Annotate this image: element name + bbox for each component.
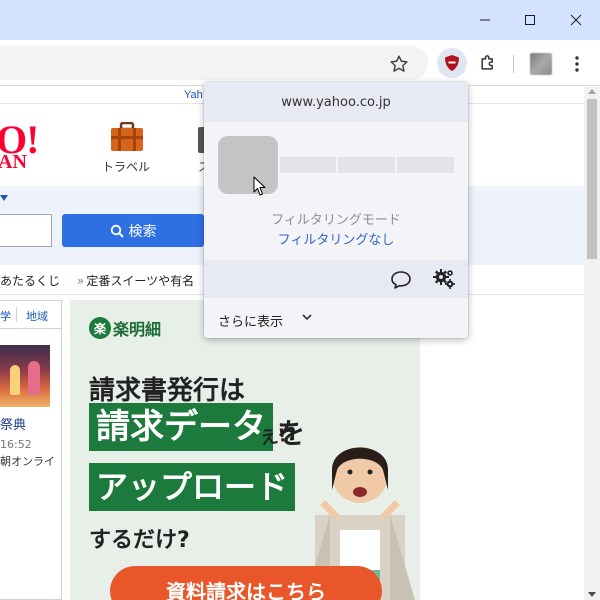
- chevron-down-icon[interactable]: [301, 312, 313, 322]
- popup-more-row[interactable]: さらに表示: [204, 298, 468, 338]
- extensions-icon: [481, 55, 493, 70]
- ad-exclamation: え!?: [258, 423, 299, 450]
- ublock-origin-icon: [445, 55, 459, 71]
- extensions-button[interactable]: [475, 50, 501, 76]
- more-menu-icon: [575, 56, 579, 72]
- tab-divider: [16, 307, 17, 322]
- more-label[interactable]: さらに表示: [218, 311, 283, 330]
- more-menu-button[interactable]: [565, 52, 589, 76]
- ad-highlight-2: アップロード: [89, 463, 296, 511]
- scroll-down-icon[interactable]: [588, 592, 596, 597]
- news-source: 朝オンライ: [0, 455, 55, 468]
- ad-cta-label: 資料請求はこちら: [166, 580, 326, 600]
- ublock-origin-button[interactable]: [437, 48, 467, 78]
- popup-hostname: www.yahoo.co.jp: [281, 94, 391, 110]
- maximize-button[interactable]: [507, 0, 553, 40]
- popup-tools-bar: [204, 260, 468, 298]
- ad-cta-button[interactable]: 資料請求はこちら: [110, 566, 382, 600]
- search-button-label: 検索: [128, 223, 157, 240]
- ad-brand-mark: 楽: [89, 317, 111, 339]
- ublock-popup: www.yahoo.co.jp フィルタリングモード フィルタリングなし さらに…: [204, 82, 468, 338]
- star-icon[interactable]: [388, 53, 410, 75]
- suitcase-icon[interactable]: [110, 122, 144, 152]
- mouse-cursor-icon: [253, 176, 266, 196]
- tab-local[interactable]: 地域: [26, 308, 48, 324]
- ad-highlight-1: 請求データ: [89, 403, 273, 451]
- filter-mode-label: フィルタリングモード: [271, 213, 401, 228]
- search-icon: [110, 224, 124, 238]
- close-button[interactable]: [553, 0, 599, 40]
- ad-headline-1: 請求書発行は: [89, 376, 246, 406]
- maximize-icon: [525, 15, 535, 25]
- ad-brand: 楽 楽明細: [89, 316, 161, 340]
- news-time: 16:52: [0, 438, 32, 451]
- address-bar[interactable]: [0, 46, 428, 80]
- minimize-icon: [480, 19, 490, 21]
- news-tabs: 学 地域: [0, 301, 61, 329]
- report-chat-icon[interactable]: [390, 270, 412, 290]
- browser-toolbar: [0, 40, 600, 86]
- stat-cell: [280, 157, 336, 173]
- stat-cell: [397, 157, 454, 173]
- toolbar-separator: [513, 55, 514, 73]
- headline-link-left[interactable]: あたるくじ: [0, 272, 60, 289]
- news-thumbnail[interactable]: [0, 345, 50, 407]
- ad-headline-4: するだけ?: [89, 528, 190, 553]
- news-panel: 学 地域 祭典 16:52 朝オンライ: [0, 300, 62, 600]
- popup-hostname-bar: www.yahoo.co.jp: [204, 82, 468, 122]
- scroll-thumb[interactable]: [587, 99, 597, 259]
- minimize-button[interactable]: [462, 0, 508, 40]
- chevron-right-icon: »: [77, 274, 85, 288]
- headline-right-text: 定番スイーツや有名: [86, 274, 195, 288]
- page-scrollbar[interactable]: [584, 87, 600, 600]
- thumbnail-figure: [10, 365, 20, 395]
- ad-brand-text: 楽明細: [113, 320, 162, 339]
- news-title[interactable]: 祭典: [0, 414, 26, 433]
- search-input[interactable]: [0, 214, 52, 247]
- filter-mode-value[interactable]: フィルタリングなし: [204, 229, 468, 248]
- title-bar: [0, 0, 600, 40]
- dropdown-triangle-icon[interactable]: [0, 195, 8, 201]
- gears-icon[interactable]: [432, 268, 456, 290]
- tab-science[interactable]: 学: [0, 308, 11, 324]
- profile-avatar[interactable]: [530, 53, 552, 75]
- service-travel-label[interactable]: トラベル: [102, 158, 150, 175]
- advertisement-banner[interactable]: 楽 楽明細 請求書発行は 請求データ を アップロード するだけ? え!? 資料…: [70, 300, 420, 600]
- search-button[interactable]: 検索: [62, 214, 204, 247]
- yahoo-logo-bottom[interactable]: AN: [0, 151, 27, 174]
- close-icon: [570, 14, 582, 26]
- headline-link-right[interactable]: » 定番スイーツや有名: [77, 272, 194, 289]
- stat-cell: [338, 157, 395, 173]
- yahoo-top-link[interactable]: Yah: [184, 89, 203, 101]
- power-toggle-button[interactable]: [218, 136, 278, 194]
- thumbnail-figure: [28, 361, 40, 395]
- scroll-up-icon[interactable]: [588, 89, 596, 94]
